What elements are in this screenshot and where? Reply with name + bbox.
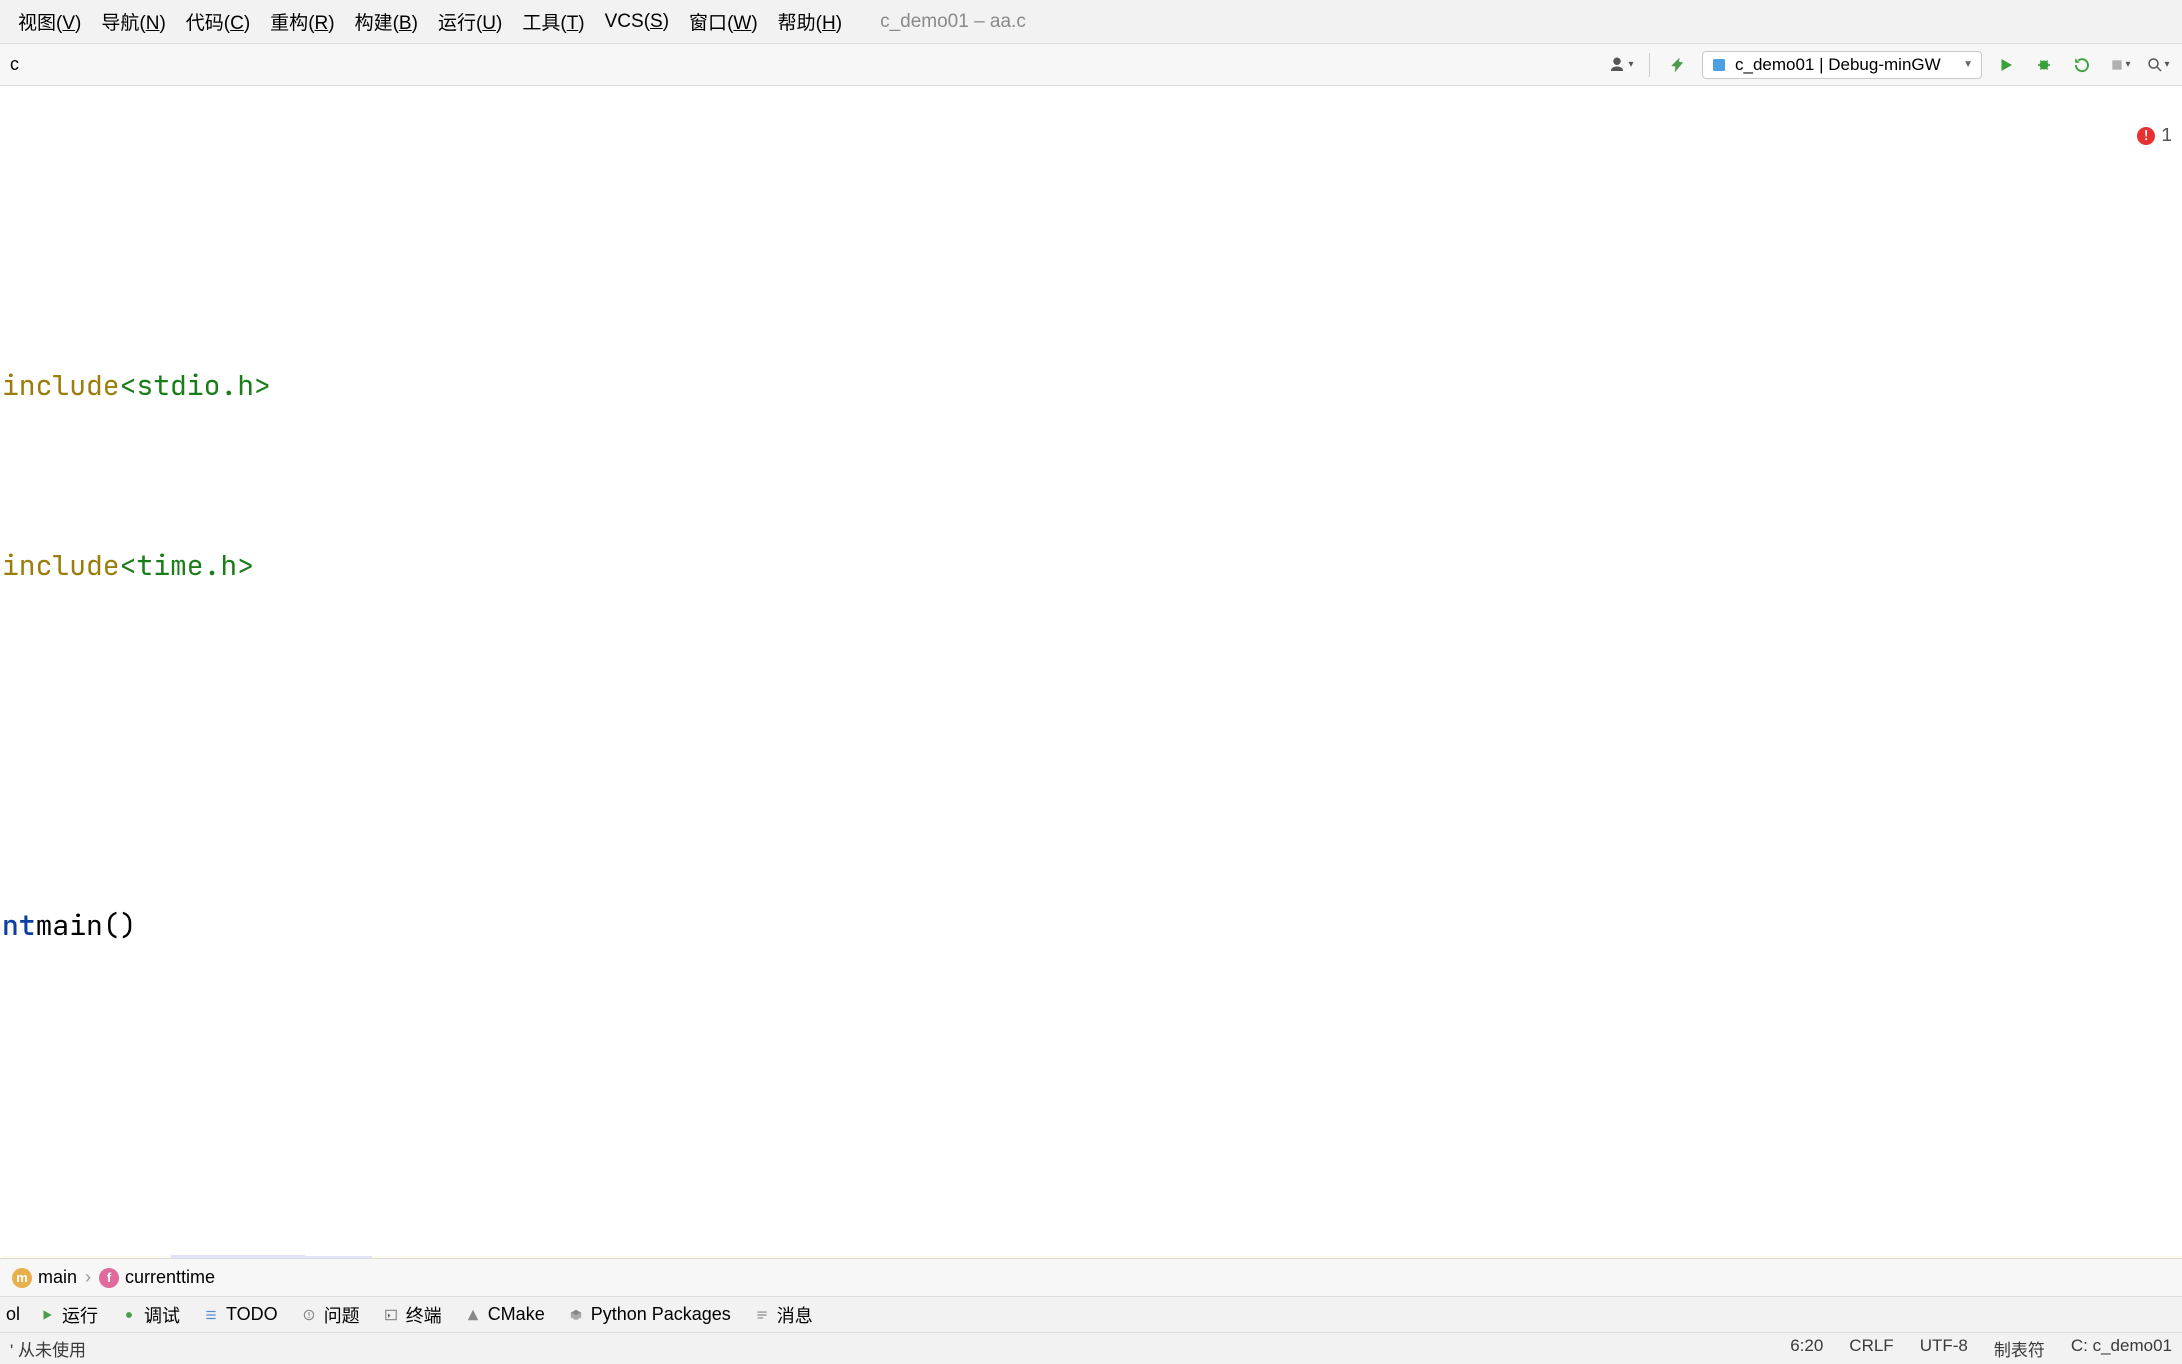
- warning-icon: [300, 1306, 318, 1324]
- menu-view[interactable]: 视图(V): [8, 2, 91, 41]
- menu-vcs[interactable]: VCS(S): [595, 5, 679, 39]
- toolwindow-python-packages[interactable]: Python Packages: [563, 1304, 735, 1325]
- cmake-icon: [464, 1306, 482, 1324]
- menu-help[interactable]: 帮助(H): [768, 2, 852, 41]
- terminal-icon: [382, 1306, 400, 1324]
- code-token: (): [103, 896, 137, 956]
- app-icon: [1711, 57, 1727, 73]
- method-icon: m: [12, 1268, 32, 1288]
- toolwindow-todo[interactable]: TODO: [198, 1304, 282, 1325]
- rerun-icon[interactable]: [2068, 51, 2096, 79]
- context-info[interactable]: C: c_demo01: [2071, 1336, 2172, 1361]
- toolwindow-label: 终端: [406, 1302, 442, 1328]
- code-token: <time.h>: [120, 536, 254, 596]
- chevron-down-icon: ▼: [1963, 59, 1973, 70]
- code-editor[interactable]: ! 1 include <stdio.h> include <time.h> n…: [0, 86, 2182, 1258]
- code-token: );: [456, 1256, 490, 1258]
- debug-icon[interactable]: [2030, 51, 2058, 79]
- menu-window[interactable]: 窗口(W): [679, 2, 768, 41]
- toolwindow-terminal[interactable]: 终端: [378, 1302, 446, 1328]
- error-icon: !: [2137, 127, 2155, 145]
- code-token: time_t: [70, 1256, 171, 1258]
- menu-run[interactable]: 运行(U): [428, 2, 512, 41]
- breadcrumb-label: main: [38, 1267, 77, 1288]
- toolwindow-messages[interactable]: 消息: [749, 1302, 817, 1328]
- bug-icon: [120, 1306, 138, 1324]
- run-icon[interactable]: [1992, 51, 2020, 79]
- menu-build[interactable]: 构建(B): [345, 2, 428, 41]
- breadcrumb-label: currenttime: [125, 1267, 215, 1288]
- list-icon: [202, 1306, 220, 1324]
- breadcrumb-main[interactable]: m main: [6, 1267, 83, 1288]
- stop-icon[interactable]: ▾: [2106, 51, 2134, 79]
- toolwindow-label: 消息: [777, 1302, 813, 1328]
- toolwindow-run[interactable]: 运行: [34, 1302, 102, 1328]
- toolwindow-label: 运行: [62, 1302, 98, 1328]
- field-icon: f: [99, 1268, 119, 1288]
- status-message: ' 从未使用: [10, 1336, 86, 1361]
- separator: [1649, 53, 1650, 77]
- line-separator[interactable]: CRLF: [1849, 1336, 1893, 1361]
- indent-setting[interactable]: 制表符: [1994, 1336, 2045, 1361]
- menu-code[interactable]: 代码(C): [176, 2, 260, 41]
- toolbar: c ▾ c_demo01 | Debug-minGW ▼ ▾: [0, 44, 2182, 86]
- code-token: include: [2, 536, 120, 596]
- toolwindow-label: 调试: [144, 1302, 180, 1328]
- chevron-right-icon: ›: [85, 1267, 91, 1288]
- toolwindow-cmake[interactable]: CMake: [460, 1304, 549, 1325]
- structure-breadcrumb: m main › f currenttime: [0, 1258, 2182, 1296]
- toolwindow-label: 问题: [324, 1302, 360, 1328]
- menu-tools[interactable]: 工具(T): [512, 2, 594, 41]
- code-token: main: [36, 896, 103, 956]
- toolwindow-problems[interactable]: 问题: [296, 1302, 364, 1328]
- search-icon[interactable]: ▾: [2144, 51, 2172, 79]
- cursor-position[interactable]: 6:20: [1790, 1336, 1823, 1361]
- code-token: (: [372, 1256, 389, 1258]
- run-config-selector[interactable]: c_demo01 | Debug-minGW ▼: [1702, 51, 1982, 79]
- status-bar: ' 从未使用 6:20 CRLF UTF-8 制表符 C: c_demo01: [0, 1332, 2182, 1364]
- error-indicator[interactable]: ! 1: [2137, 106, 2172, 166]
- toolwindow-label: CMake: [488, 1304, 545, 1325]
- nav-breadcrumb[interactable]: c: [10, 54, 1607, 75]
- package-icon: [567, 1306, 585, 1324]
- toolwindow-label: Python Packages: [591, 1304, 731, 1325]
- config-label: c_demo01 | Debug-minGW: [1735, 55, 1955, 75]
- menu-bar: 视图(V) 导航(N) 代码(C) 重构(R) 构建(B) 运行(U) 工具(T…: [0, 0, 2182, 44]
- toolwindow-label: TODO: [226, 1304, 278, 1325]
- menu-refactor[interactable]: 重构(R): [260, 2, 344, 41]
- code-token: NULL: [389, 1256, 456, 1258]
- tool-window-bar: ol 运行 调试 TODO 问题 终端 CMake Python Package…: [0, 1296, 2182, 1332]
- code-token: time: [305, 1256, 372, 1258]
- toolwindow-debug[interactable]: 调试: [116, 1302, 184, 1328]
- code-token: <stdio.h>: [120, 356, 271, 416]
- code-token: current_: [171, 1255, 305, 1258]
- messages-icon: [753, 1306, 771, 1324]
- menu-navigate[interactable]: 导航(N): [91, 2, 175, 41]
- play-icon: [38, 1306, 56, 1324]
- toolwindow-stub: ol: [6, 1304, 20, 1325]
- build-icon[interactable]: [1664, 51, 1692, 79]
- file-encoding[interactable]: UTF-8: [1920, 1336, 1968, 1361]
- breadcrumb-currenttime[interactable]: f currenttime: [93, 1267, 221, 1288]
- user-icon[interactable]: ▾: [1607, 51, 1635, 79]
- code-token: include: [2, 356, 120, 416]
- error-count: 1: [2161, 106, 2172, 166]
- window-title: c_demo01 – aa.c: [880, 11, 1026, 33]
- code-token: nt: [2, 896, 36, 956]
